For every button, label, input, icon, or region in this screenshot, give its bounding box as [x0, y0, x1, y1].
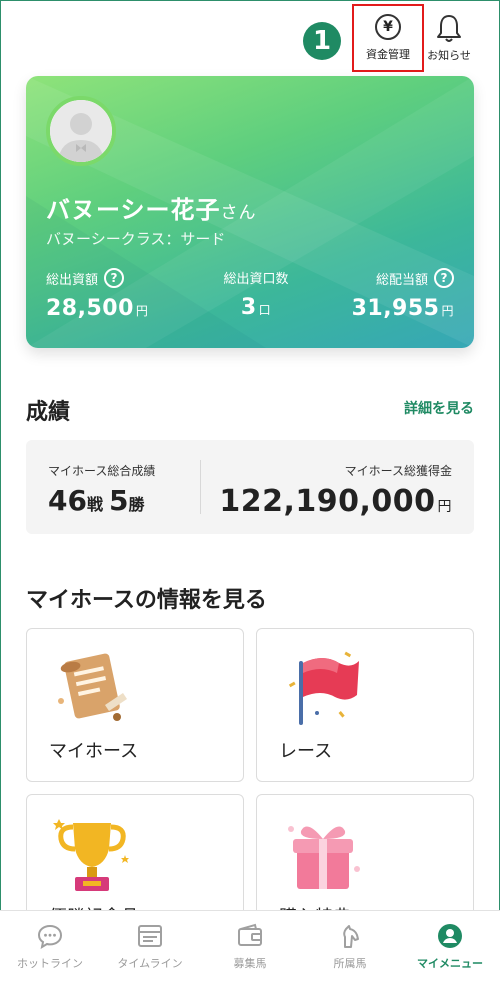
step-number-badge: 1	[303, 22, 341, 60]
my-horse-info-title: マイホースの情報を見る	[26, 588, 267, 613]
gift-icon	[288, 826, 360, 889]
fund-management-button[interactable]: ¥ 資金管理	[352, 4, 424, 72]
nav-hotline[interactable]: ホットライン	[0, 911, 100, 982]
view-details-link[interactable]: 詳細を見る	[404, 398, 474, 418]
help-icon[interactable]: ?	[434, 268, 454, 288]
user-icon	[438, 923, 462, 948]
flag-icon	[288, 651, 359, 725]
membership-class: バヌーシークラス：サード	[46, 230, 226, 248]
tile-race[interactable]: レース	[256, 628, 474, 782]
user-name: バヌーシー花子さん	[46, 196, 257, 224]
total-units-stat: 総出資口数 3口	[223, 272, 289, 320]
trophy-icon	[53, 819, 129, 891]
tile-label: レース	[279, 741, 333, 762]
nav-label: タイムライン	[117, 956, 183, 970]
bell-icon	[437, 15, 461, 42]
total-earnings-value: 122,190,000 円	[219, 484, 452, 519]
total-dividend-stat: 総配当額? 31,955 円	[352, 268, 454, 321]
results-title: 成績	[26, 400, 71, 425]
chat-icon	[37, 924, 63, 949]
nav-owned-horses[interactable]: 所属馬	[300, 911, 400, 982]
overall-record-label: マイホース総合成績	[48, 464, 156, 478]
help-icon[interactable]: ?	[104, 268, 125, 288]
tile-label: マイホース	[49, 741, 139, 762]
nav-label: ホットライン	[17, 956, 83, 970]
default-avatar-icon	[50, 100, 112, 162]
overall-record-value: 46戦 5勝	[48, 484, 145, 517]
nav-horses-for-sale[interactable]: 募集馬	[200, 911, 300, 982]
tile-my-horse[interactable]: マイホース	[26, 628, 244, 782]
yen-icon: ¥	[375, 14, 401, 40]
horse-icon	[343, 924, 359, 948]
nav-label: マイメニュー	[417, 956, 483, 970]
notifications-label: お知らせ	[427, 49, 471, 62]
divider	[200, 460, 201, 514]
nav-label: 募集馬	[233, 956, 267, 970]
scroll-icon	[58, 653, 127, 721]
wallet-icon	[238, 923, 262, 946]
nav-timeline[interactable]: タイムライン	[100, 911, 200, 982]
notifications-button[interactable]: お知らせ	[424, 4, 474, 72]
nav-label: 所属馬	[333, 956, 367, 970]
total-earnings-label: マイホース総獲得金	[344, 464, 452, 478]
fund-management-label: 資金管理	[366, 48, 410, 61]
profile-card: バヌーシー花子さん バヌーシークラス：サード 総出資額? 28,500 円 総出資…	[26, 76, 474, 348]
total-investment-stat: 総出資額? 28,500 円	[46, 268, 148, 321]
nav-my-menu[interactable]: マイメニュー	[400, 911, 500, 982]
user-avatar[interactable]	[46, 96, 116, 166]
bottom-navigation: ホットライン タイムライン 募集馬 所属馬 マイメニュー	[0, 910, 500, 982]
results-summary: マイホース総合成績 46戦 5勝 マイホース総獲得金 122,190,000 円	[26, 440, 474, 534]
timeline-icon	[138, 924, 162, 947]
